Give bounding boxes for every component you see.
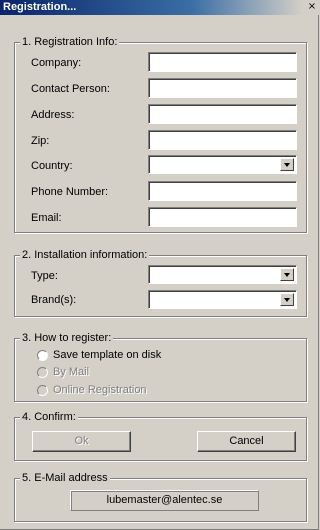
radio-save-template-label: Save template on disk	[53, 349, 162, 361]
chevron-down-icon[interactable]	[280, 293, 294, 306]
zip-label: Zip:	[31, 135, 50, 147]
type-label: Type:	[31, 270, 58, 282]
title-bar[interactable]: Registration... ×	[0, 0, 319, 15]
how-to-register-legend: 3. How to register:	[20, 332, 114, 345]
address-label: Address:	[31, 109, 75, 121]
phone-number-label: Phone Number:	[31, 186, 109, 198]
confirm-group: 4. Confirm: Ok Cancel	[14, 411, 307, 461]
email-label: Email:	[31, 212, 62, 224]
registration-info-legend: 1. Registration Info:	[20, 36, 120, 49]
country-label: Country:	[31, 160, 73, 172]
cancel-button[interactable]: Cancel	[197, 431, 296, 452]
radio-button[interactable]	[37, 350, 48, 361]
company-field[interactable]	[148, 52, 297, 72]
window-title: Registration...	[3, 1, 77, 13]
email-field[interactable]	[148, 207, 297, 227]
email-address-display: lubemaster@alentec.se	[70, 490, 259, 511]
company-label: Company:	[31, 57, 82, 69]
chevron-down-icon[interactable]	[280, 268, 294, 281]
country-select[interactable]	[148, 155, 297, 174]
email-address-group: 5. E-Mail address lubemaster@alentec.se	[14, 472, 307, 522]
how-to-register-group: 3. How to register: Save template on dis…	[14, 332, 307, 402]
ok-button: Ok	[32, 431, 131, 452]
contact-person-field[interactable]	[148, 78, 297, 98]
contact-person-label: Contact Person:	[31, 83, 110, 95]
zip-field[interactable]	[148, 130, 297, 150]
registration-window: Registration... × 1. Registration Info: …	[0, 0, 319, 530]
email-address-legend: 5. E-Mail address	[20, 472, 110, 485]
type-select[interactable]	[148, 265, 297, 284]
phone-number-field[interactable]	[148, 181, 297, 201]
brands-label: Brand(s):	[31, 294, 77, 306]
brands-select[interactable]	[148, 290, 297, 309]
close-icon[interactable]: ×	[307, 2, 317, 13]
radio-online-registration-label: Online Registration	[53, 384, 147, 396]
radio-by-mail-label: By Mail	[53, 366, 90, 378]
installation-info-group: 2. Installation information: Type: Brand…	[14, 249, 307, 317]
installation-info-legend: 2. Installation information:	[20, 249, 150, 262]
radio-button	[37, 367, 48, 378]
confirm-legend: 4. Confirm:	[20, 411, 78, 424]
radio-button	[37, 385, 48, 396]
registration-info-group: 1. Registration Info: Company: Contact P…	[14, 36, 307, 233]
chevron-down-icon[interactable]	[280, 158, 294, 171]
address-field[interactable]	[148, 104, 297, 124]
